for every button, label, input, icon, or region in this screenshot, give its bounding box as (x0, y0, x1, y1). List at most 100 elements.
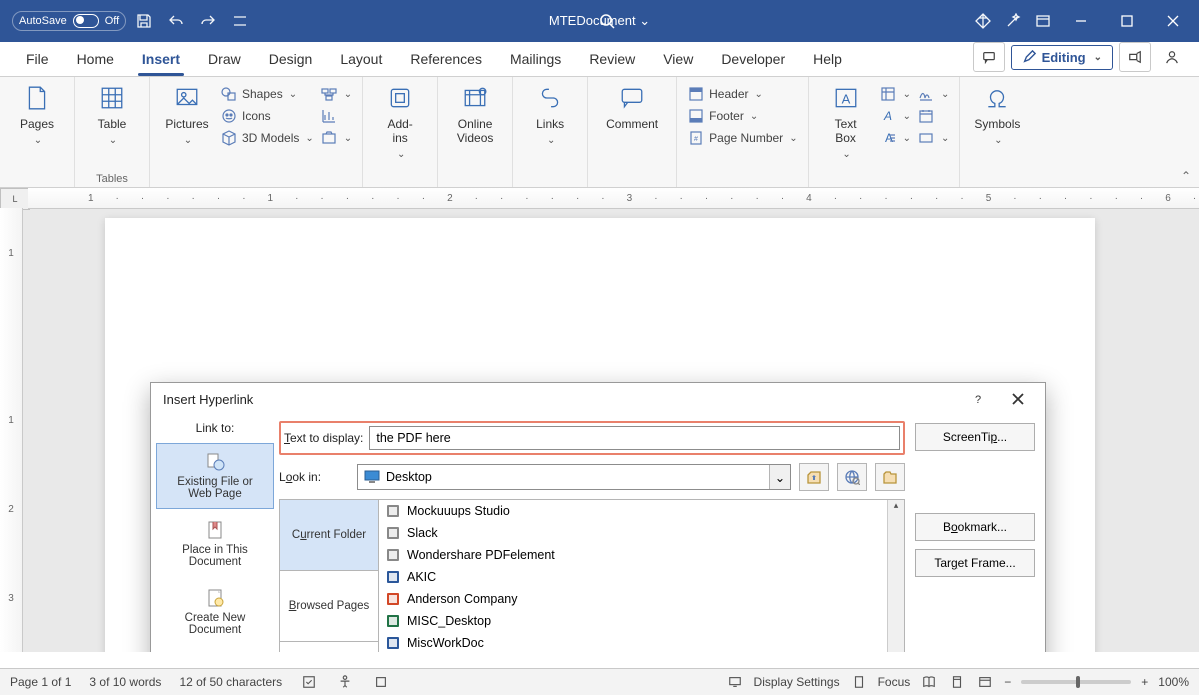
redo-icon[interactable] (194, 7, 222, 35)
dialog-right: ScreenTip... Bookmark... Target Frame... (915, 421, 1035, 652)
signature-button[interactable]: ⌄ (917, 85, 949, 103)
tab-developer[interactable]: Developer (707, 43, 799, 76)
links-button[interactable]: Links⌄ (523, 83, 577, 185)
tab-file[interactable]: File (12, 43, 63, 76)
accessibility-icon[interactable] (336, 673, 354, 691)
quickparts-button[interactable]: ⌄ (879, 85, 911, 103)
tab-recent-files[interactable]: Recent Files (280, 642, 378, 652)
web-layout-icon[interactable] (976, 673, 994, 691)
zoom-out[interactable]: − (1004, 675, 1011, 689)
minimize-button[interactable] (1059, 6, 1103, 36)
page-number-button[interactable]: #Page Number⌄ (687, 129, 797, 147)
screentip-button[interactable]: ScreenTip... (915, 423, 1035, 451)
target-frame-button[interactable]: Target Frame... (915, 549, 1035, 577)
tab-insert[interactable]: Insert (128, 43, 194, 76)
diamond-icon[interactable] (969, 7, 997, 35)
online-videos-button[interactable]: Online Videos (448, 83, 502, 185)
tab-layout[interactable]: Layout (326, 43, 396, 76)
account-icon[interactable] (1157, 43, 1187, 71)
scrollbar[interactable] (887, 500, 904, 652)
linkto-create-new[interactable]: Create New Document (156, 579, 274, 645)
dialog-help-button[interactable]: ? (959, 386, 997, 412)
vertical-ruler[interactable]: 1 1 2 3 (0, 208, 23, 652)
ribbon-display-icon[interactable] (1029, 7, 1057, 35)
horizontal-ruler[interactable]: 1······1······2······3······4······5····… (28, 188, 1199, 209)
tab-mailings[interactable]: Mailings (496, 43, 575, 76)
footer-button[interactable]: Footer⌄ (687, 107, 797, 125)
3d-models-button[interactable]: 3D Models⌄ (220, 129, 314, 147)
tab-current-folder[interactable]: Current Folder (280, 500, 378, 571)
browse-file-button[interactable] (875, 463, 905, 491)
linkto-existing-file[interactable]: Existing File or Web Page (156, 443, 274, 509)
print-layout-icon[interactable] (948, 673, 966, 691)
tab-design[interactable]: Design (255, 43, 327, 76)
dialog-titlebar[interactable]: Insert Hyperlink ? (151, 383, 1045, 415)
pictures-button[interactable]: Pictures⌄ (160, 83, 214, 185)
zoom-in[interactable]: + (1141, 675, 1148, 689)
file-item[interactable]: AKIC (379, 566, 888, 588)
table-button[interactable]: Table⌄ (85, 83, 139, 171)
file-item[interactable]: Anderson Company (379, 588, 888, 610)
tab-draw[interactable]: Draw (194, 43, 255, 76)
editing-mode-button[interactable]: Editing ⌄ (1011, 45, 1113, 70)
tab-browsed-pages[interactable]: Browsed Pages (280, 571, 378, 642)
undo-icon[interactable] (162, 7, 190, 35)
wordart-button[interactable]: A⌄ (879, 107, 911, 125)
dialog-close-button[interactable] (999, 386, 1037, 412)
close-button[interactable] (1151, 6, 1195, 36)
pages-button[interactable]: Pages⌄ (10, 83, 64, 185)
tab-help[interactable]: Help (799, 43, 856, 76)
zoom-level[interactable]: 100% (1158, 675, 1189, 689)
link-icon (535, 83, 565, 113)
linkto-email[interactable]: E-mail Address (156, 647, 274, 652)
screenshot-button[interactable]: ⌄ (320, 129, 352, 147)
comments-pane-icon[interactable] (973, 42, 1005, 72)
chart-button[interactable] (320, 107, 352, 125)
status-page[interactable]: Page 1 of 1 (10, 675, 71, 689)
share-button[interactable] (1119, 42, 1151, 72)
tab-home[interactable]: Home (63, 43, 128, 76)
focus-mode[interactable]: Focus (878, 675, 911, 689)
up-folder-button[interactable] (799, 463, 829, 491)
shapes-button[interactable]: Shapes⌄ (220, 85, 314, 103)
file-item[interactable]: MiscWorkDoc (379, 632, 888, 652)
object-button[interactable]: ⌄ (917, 129, 949, 147)
file-list[interactable]: Mockuuups StudioSlackWondershare PDFelem… (379, 500, 904, 652)
icons-button[interactable]: Icons (220, 107, 314, 125)
file-item[interactable]: Slack (379, 522, 888, 544)
display-settings[interactable]: Display Settings (754, 675, 840, 689)
text-box-button[interactable]: A Text Box⌄ (819, 83, 873, 185)
collapse-ribbon-icon[interactable]: ⌃ (1181, 169, 1191, 183)
look-in-dropdown[interactable]: Desktop ⌄ (357, 464, 791, 490)
comment-button[interactable]: Comment (598, 83, 666, 185)
linkto-place-in-doc[interactable]: Place in This Document (156, 511, 274, 577)
file-item[interactable]: MISC_Desktop (379, 610, 888, 632)
addins-icon (385, 83, 415, 113)
file-item[interactable]: Wondershare PDFelement (379, 544, 888, 566)
addins-button[interactable]: Add- ins⌄ (373, 83, 427, 185)
status-chars[interactable]: 12 of 50 characters (179, 675, 282, 689)
tab-view[interactable]: View (649, 43, 707, 76)
wand-icon[interactable] (999, 7, 1027, 35)
datetime-button[interactable] (917, 107, 949, 125)
customize-qat-icon[interactable] (226, 7, 254, 35)
text-to-display-input[interactable] (369, 426, 900, 450)
tab-review[interactable]: Review (575, 43, 649, 76)
header-button[interactable]: Header⌄ (687, 85, 797, 103)
symbols-button[interactable]: Symbols⌄ (970, 83, 1024, 185)
read-mode-icon[interactable] (920, 673, 938, 691)
search-icon[interactable] (595, 10, 619, 32)
macro-icon[interactable] (372, 673, 390, 691)
browse-web-button[interactable] (837, 463, 867, 491)
spellcheck-icon[interactable] (300, 673, 318, 691)
smartart-button[interactable]: ⌄ (320, 85, 352, 103)
save-icon[interactable] (130, 7, 158, 35)
autosave-toggle[interactable]: AutoSave Off (12, 11, 126, 31)
file-item[interactable]: Mockuuups Studio (379, 500, 888, 522)
tab-references[interactable]: References (396, 43, 496, 76)
status-words[interactable]: 3 of 10 words (89, 675, 161, 689)
maximize-button[interactable] (1105, 6, 1149, 36)
dropcap-button[interactable]: A⌄ (879, 129, 911, 147)
bookmark-button[interactable]: Bookmark... (915, 513, 1035, 541)
zoom-slider[interactable] (1021, 680, 1131, 684)
